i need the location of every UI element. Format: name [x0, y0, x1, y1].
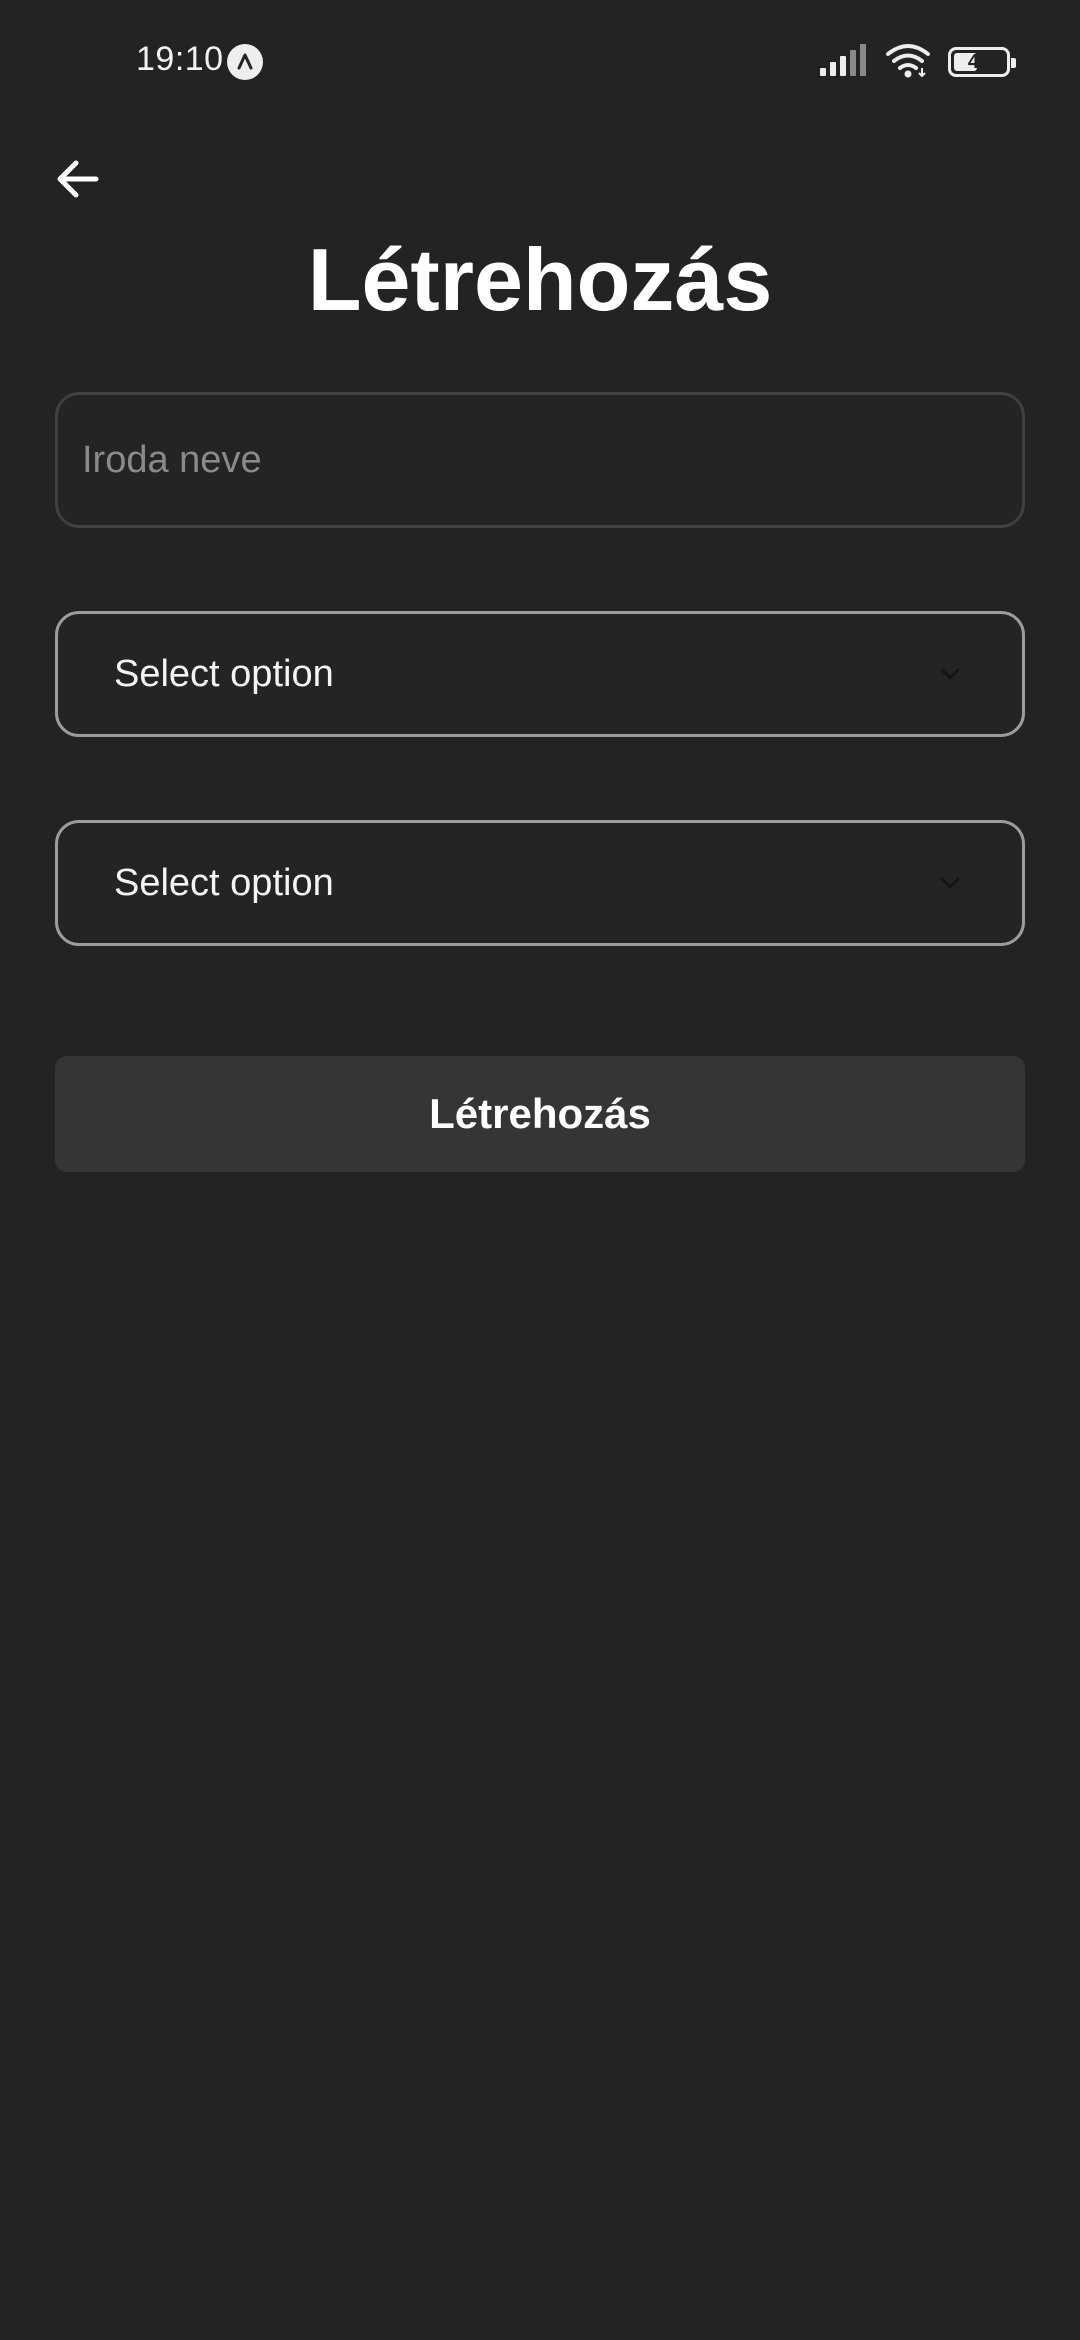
battery-cap	[1011, 58, 1016, 68]
battery-icon: 46	[948, 47, 1016, 77]
chevron-down-icon	[940, 877, 960, 889]
status-bar: 19:10 46	[0, 0, 1080, 124]
arrow-left-icon	[57, 160, 99, 198]
select-label: Select option	[114, 861, 334, 904]
cellular-signal-icon	[820, 43, 868, 81]
battery-level: 46	[967, 50, 991, 73]
select-dropdown-2[interactable]: Select option	[55, 820, 1025, 946]
back-button[interactable]	[44, 146, 110, 212]
office-name-input[interactable]	[55, 392, 1025, 528]
status-time: 19:10	[136, 40, 224, 78]
create-button[interactable]: Létrehozás	[55, 1056, 1025, 1172]
status-icons: 46	[820, 42, 1016, 83]
app-notification-icon	[227, 44, 263, 80]
select-label: Select option	[114, 652, 334, 695]
select-dropdown-1[interactable]: Select option	[55, 611, 1025, 737]
chevron-down-icon	[940, 668, 960, 680]
wifi-icon	[884, 42, 932, 83]
page-title: Létrehozás	[307, 230, 773, 329]
